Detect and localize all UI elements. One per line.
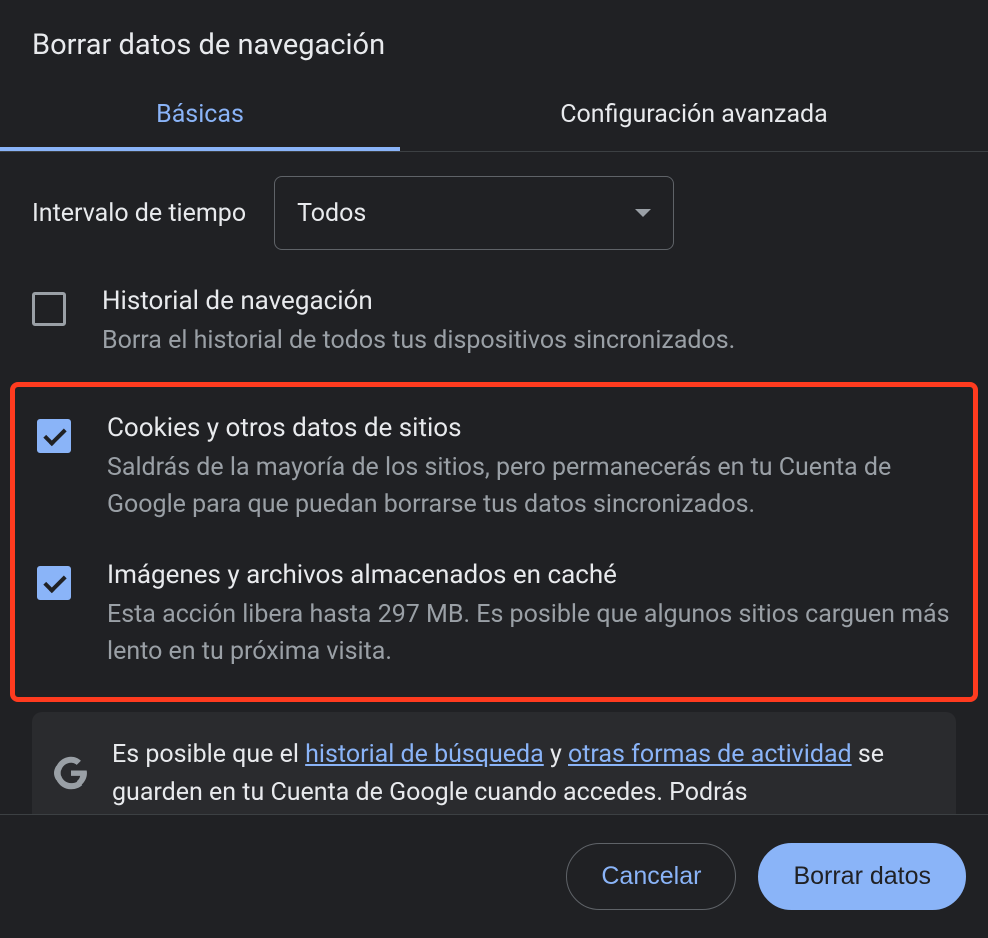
option-title: Cookies y otros datos de sitios [107, 413, 951, 443]
option-text: Imágenes y archivos almacenados en caché… [107, 560, 951, 671]
option-title: Imágenes y archivos almacenados en caché [107, 560, 951, 590]
option-cached-images: Imágenes y archivos almacenados en caché… [15, 542, 973, 689]
option-text: Historial de navegación Borra el histori… [102, 286, 956, 360]
info-text: Es posible que el historial de búsqueda … [112, 736, 934, 814]
time-range-select[interactable]: Todos [274, 176, 674, 250]
google-logo-icon [54, 756, 88, 790]
search-history-link[interactable]: historial de búsqueda [305, 740, 544, 769]
dialog-title: Borrar datos de navegación [0, 0, 988, 82]
option-browsing-history: Historial de navegación Borra el histori… [0, 268, 988, 378]
time-range-value: Todos [297, 199, 366, 228]
highlight-annotation: Cookies y otros datos de sitios Saldrás … [10, 382, 978, 702]
dialog-footer: Cancelar Borrar datos [0, 814, 988, 938]
time-range-row: Intervalo de tiempo Todos [0, 152, 988, 258]
tab-basic[interactable]: Básicas [0, 82, 400, 151]
checkbox-browsing-history[interactable] [32, 292, 66, 326]
cancel-button[interactable]: Cancelar [566, 843, 736, 910]
info-mid: y [544, 740, 568, 769]
dialog-content: Intervalo de tiempo Todos Historial de n… [0, 152, 988, 814]
option-desc: Borra el historial de todos tus disposit… [102, 322, 956, 360]
clear-data-button[interactable]: Borrar datos [758, 843, 966, 910]
info-prefix: Es posible que el [112, 740, 305, 769]
checkbox-cookies[interactable] [37, 419, 71, 453]
option-title: Historial de navegación [102, 286, 956, 316]
google-account-info-card: Es posible que el historial de búsqueda … [32, 712, 956, 815]
other-activity-link[interactable]: otras formas de actividad [568, 740, 852, 769]
time-range-label: Intervalo de tiempo [32, 199, 246, 228]
option-cookies: Cookies y otros datos de sitios Saldrás … [15, 395, 973, 542]
chevron-down-icon [635, 209, 651, 217]
clear-browsing-data-dialog: Borrar datos de navegación Básicas Confi… [0, 0, 988, 938]
option-desc: Esta acción libera hasta 297 MB. Es posi… [107, 596, 951, 671]
option-desc: Saldrás de la mayoría de los sitios, per… [107, 449, 951, 524]
option-text: Cookies y otros datos de sitios Saldrás … [107, 413, 951, 524]
tab-advanced[interactable]: Configuración avanzada [400, 82, 988, 151]
tabs: Básicas Configuración avanzada [0, 82, 988, 152]
options-list: Historial de navegación Borra el histori… [0, 258, 988, 814]
checkbox-cached-images[interactable] [37, 566, 71, 600]
